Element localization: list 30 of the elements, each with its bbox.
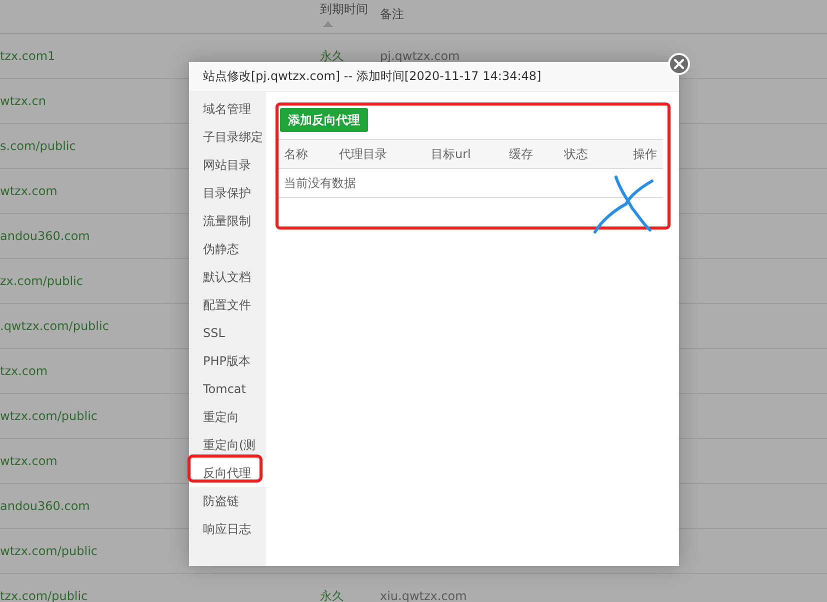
- sidebar-item[interactable]: 流量限制: [189, 207, 266, 235]
- sidebar-item[interactable]: Tomcat: [189, 375, 266, 403]
- sidebar-item[interactable]: 配置文件: [189, 291, 266, 319]
- sidebar-item[interactable]: 子目录绑定: [189, 123, 266, 151]
- sidebar-item[interactable]: 域名管理: [189, 95, 266, 123]
- column-header: 操作: [633, 146, 657, 160]
- sidebar-item[interactable]: 默认文档: [189, 263, 266, 291]
- sort-icon: [323, 21, 333, 27]
- sidebar-item[interactable]: 防盗链: [189, 487, 266, 515]
- column-header: 名称: [284, 146, 308, 160]
- sidebar-item[interactable]: 目录保护: [189, 179, 266, 207]
- expiry-text: 永久: [320, 588, 344, 602]
- sidebar-item[interactable]: 响应日志: [189, 515, 266, 543]
- column-header: 代理目录: [339, 146, 387, 160]
- column-header[interactable]: 备注: [380, 0, 404, 33]
- column-header[interactable]: 到期时间: [320, 1, 380, 33]
- empty-message: 当前没有数据: [284, 174, 356, 192]
- note-text: pj.qwtzx.com: [380, 49, 460, 63]
- dialog-title: 站点修改[pj.qwtzx.com] -- 添加时间[2020-11-17 14:34:48]: [189, 62, 679, 92]
- column-header: 目标url: [431, 146, 471, 160]
- expiry-text: 永久: [320, 48, 344, 62]
- sidebar-item[interactable]: PHP版本: [189, 347, 266, 375]
- sidebar-item[interactable]: 网站目录: [189, 151, 266, 179]
- sidebar-item[interactable]: 重定向(测: [189, 431, 266, 459]
- sidebar-item[interactable]: 重定向: [189, 403, 266, 431]
- close-icon[interactable]: [668, 53, 690, 75]
- column-header: 状态: [564, 146, 588, 160]
- sidebar-item[interactable]: 伪静态: [189, 235, 266, 263]
- sidebar-item[interactable]: SSL: [189, 319, 266, 347]
- column-header: 缓存: [509, 146, 533, 160]
